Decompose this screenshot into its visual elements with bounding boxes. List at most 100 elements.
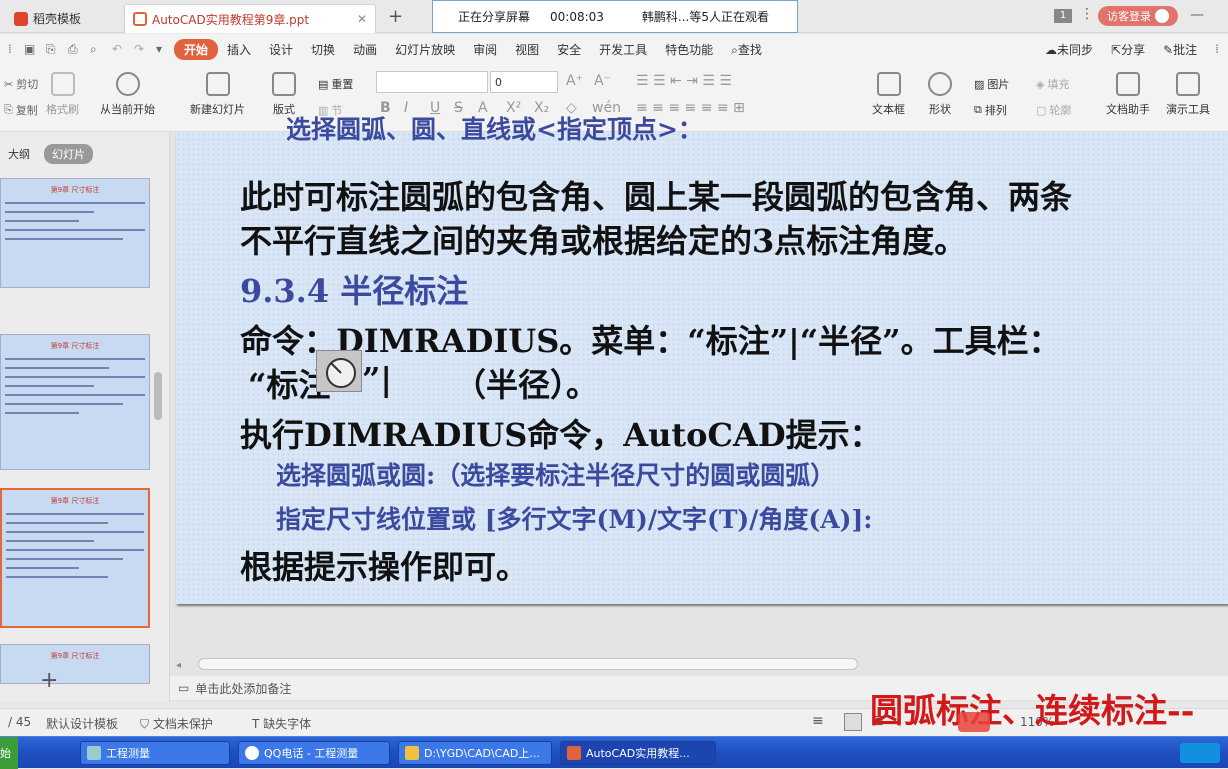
dropdown-icon[interactable]: ▾ bbox=[156, 42, 174, 56]
comment-button[interactable]: ✎批注 bbox=[1154, 41, 1206, 58]
copy-button[interactable]: ⎘ 复制 bbox=[4, 102, 38, 118]
outline-icon: ▢ bbox=[1036, 103, 1047, 117]
tab-outline[interactable]: 大纲 bbox=[0, 144, 38, 164]
search-icon: ⌕ bbox=[731, 42, 738, 57]
save-icon[interactable]: ▣ bbox=[24, 42, 46, 56]
undo-icon[interactable]: ↶ bbox=[112, 42, 134, 56]
doc-helper-button[interactable]: 文档助手 bbox=[1106, 72, 1150, 117]
menu-features[interactable]: 特色功能 bbox=[656, 41, 722, 58]
slide-prompt-1: 选择圆弧或圆:（选择要标注半径尺寸的圆或圆弧） bbox=[276, 461, 836, 490]
copy-icon: ⎘ bbox=[4, 103, 13, 116]
brush-icon bbox=[50, 72, 75, 96]
taskbar-item[interactable]: D:\YGD\CAD\CAD上... bbox=[398, 741, 552, 765]
slide-thumbnail[interactable]: 第9章 尺寸标注 bbox=[0, 644, 150, 684]
notes-icon: ▭ bbox=[178, 681, 190, 695]
panel-scrollbar[interactable] bbox=[154, 372, 162, 420]
menu-view[interactable]: 视图 bbox=[506, 41, 548, 58]
picture-button[interactable]: ▨ 图片 bbox=[974, 76, 1009, 92]
thumbnail-title: 第9章 尺寸标注 bbox=[50, 186, 100, 194]
shape-button[interactable]: 形状 bbox=[928, 72, 952, 117]
bullets-icon[interactable]: ☰ ☰ ⇤ ⇥ ☰ ☰ bbox=[636, 73, 732, 89]
start-button[interactable]: 始 bbox=[0, 737, 18, 769]
arrange-icon: ⧉ bbox=[974, 103, 982, 116]
tab-docer[interactable]: 稻壳模板 bbox=[6, 4, 118, 33]
app-icon bbox=[87, 746, 101, 760]
design-template[interactable]: 默认设计模板 bbox=[46, 715, 118, 732]
tab-document[interactable]: AutoCAD实用教程第9章.ppt ✕ bbox=[124, 4, 376, 33]
horizontal-scrollbar[interactable] bbox=[198, 658, 858, 670]
menu-start[interactable]: 开始 bbox=[174, 38, 219, 60]
presenter-tools-button[interactable]: 演示工具 bbox=[1166, 72, 1210, 117]
new-tab-icon[interactable]: + bbox=[388, 6, 403, 27]
normal-view-icon[interactable] bbox=[844, 713, 862, 731]
export-icon[interactable]: ⎘ bbox=[46, 42, 68, 57]
format-painter-button[interactable]: 格式刷 bbox=[46, 72, 79, 117]
system-tray[interactable] bbox=[1180, 743, 1220, 763]
add-slide-icon[interactable]: + bbox=[40, 668, 58, 693]
slides-panel: 大纲 幻灯片 第9章 尺寸标注 第9章 尺寸标注 第9章 尺寸标注 第9章 尺寸… bbox=[0, 132, 170, 702]
dimradius-icon bbox=[326, 358, 356, 388]
taskbar-item[interactable]: 工程测量 bbox=[80, 741, 230, 765]
reset-button[interactable]: ▤ 重置 bbox=[318, 76, 353, 92]
menu-transition[interactable]: 切换 bbox=[302, 41, 344, 58]
font-size-select[interactable]: 0 bbox=[490, 71, 558, 93]
menu-security[interactable]: 安全 bbox=[548, 41, 590, 58]
notes-placeholder: 单击此处添加备注 bbox=[195, 681, 292, 696]
slide-paragraph-3: 执行DIMRADIUS命令，AutoCAD提示： bbox=[240, 416, 882, 454]
slide-paragraph-2c: ”| bbox=[362, 360, 393, 398]
font-name-select[interactable] bbox=[376, 71, 488, 93]
arrange-button[interactable]: ⧉ 排列 bbox=[974, 102, 1007, 118]
scroll-left-icon[interactable]: ◂ bbox=[176, 660, 181, 671]
slide-thumbnail[interactable]: 第9章 尺寸标注 bbox=[0, 178, 150, 288]
menu-toggle-icon[interactable]: ⁞ bbox=[0, 42, 24, 56]
slide-text-cut: 选择圆弧、圆、直线或<指定顶点>： bbox=[286, 115, 703, 144]
fill-button[interactable]: ◈ 填充 bbox=[1036, 76, 1069, 92]
fill-icon: ◈ bbox=[1036, 77, 1045, 91]
minimize-icon[interactable]: — bbox=[1190, 7, 1204, 23]
cut-button[interactable]: ✂ 剪切 bbox=[4, 76, 38, 92]
menu-developer[interactable]: 开发工具 bbox=[590, 41, 656, 58]
preview-icon[interactable]: ⌕ bbox=[90, 42, 112, 57]
menu-find[interactable]: ⌕查找 bbox=[722, 41, 771, 58]
play-icon[interactable] bbox=[958, 712, 990, 732]
menu-review[interactable]: 审阅 bbox=[464, 41, 506, 58]
doc-helper-icon bbox=[1116, 72, 1140, 96]
slide-paragraph-1a: 此时可标注圆弧的包含角、圆上某一段圆弧的包含角、两条 bbox=[240, 178, 1073, 216]
close-icon[interactable]: ✕ bbox=[357, 12, 367, 26]
presenter-icon bbox=[1176, 72, 1200, 96]
picture-icon: ▨ bbox=[974, 77, 985, 91]
taskbar-item-active[interactable]: AutoCAD实用教程... bbox=[560, 741, 716, 765]
tab-slides[interactable]: 幻灯片 bbox=[44, 144, 93, 164]
slide-thumbnail[interactable]: 第9章 尺寸标注 bbox=[0, 334, 150, 470]
textbox-icon bbox=[876, 72, 901, 96]
more-menu-icon[interactable]: ⁞ bbox=[1206, 42, 1228, 56]
menu-insert[interactable]: 插入 bbox=[218, 41, 260, 58]
new-slide-button[interactable]: 新建幻灯片 bbox=[190, 72, 245, 117]
ppt-icon bbox=[133, 12, 147, 26]
outline-button[interactable]: ▢ 轮廓 bbox=[1036, 102, 1071, 118]
textbox-button[interactable]: 文本框 bbox=[872, 72, 905, 117]
shrink-font-icon[interactable]: A⁻ bbox=[594, 73, 611, 89]
avatar bbox=[1155, 9, 1169, 23]
menu-slideshow[interactable]: 幻灯片放映 bbox=[386, 41, 464, 58]
redo-icon[interactable]: ↷ bbox=[134, 42, 156, 56]
menu-animation[interactable]: 动画 bbox=[344, 41, 386, 58]
window-count-badge[interactable]: 1 bbox=[1054, 9, 1072, 23]
grow-font-icon[interactable]: A⁺ bbox=[566, 73, 583, 89]
slide-canvas[interactable]: 选择圆弧、圆、直线或<指定顶点>： 此时可标注圆弧的包含角、圆上某一段圆弧的包含… bbox=[176, 115, 1228, 604]
login-button[interactable]: 访客登录 bbox=[1098, 6, 1178, 26]
overlay-caption: 圆弧标注、连续标注-- bbox=[870, 691, 1195, 730]
taskbar-item[interactable]: QQ电话 - 工程测量 bbox=[238, 741, 390, 765]
protection-status[interactable]: ⛉ 文档未保护 bbox=[140, 715, 213, 732]
play-from-current-button[interactable]: 从当前开始 bbox=[100, 72, 155, 117]
tab-label: AutoCAD实用教程第9章.ppt bbox=[152, 12, 310, 27]
share-button[interactable]: ⇱分享 bbox=[1102, 41, 1154, 58]
more-icon[interactable]: ⋮ bbox=[1080, 6, 1094, 22]
notes-toggle-icon[interactable]: ≡ bbox=[812, 713, 824, 729]
missing-font[interactable]: T 缺失字体 bbox=[252, 715, 311, 732]
sync-button[interactable]: ☁未同步 bbox=[1036, 41, 1102, 58]
menu-design[interactable]: 设计 bbox=[260, 41, 302, 58]
slide-paragraph-4: 根据提示操作即可。 bbox=[240, 548, 529, 586]
print-icon[interactable]: ⎙ bbox=[68, 42, 90, 57]
slide-thumbnail-selected[interactable]: 第9章 尺寸标注 bbox=[0, 488, 150, 628]
